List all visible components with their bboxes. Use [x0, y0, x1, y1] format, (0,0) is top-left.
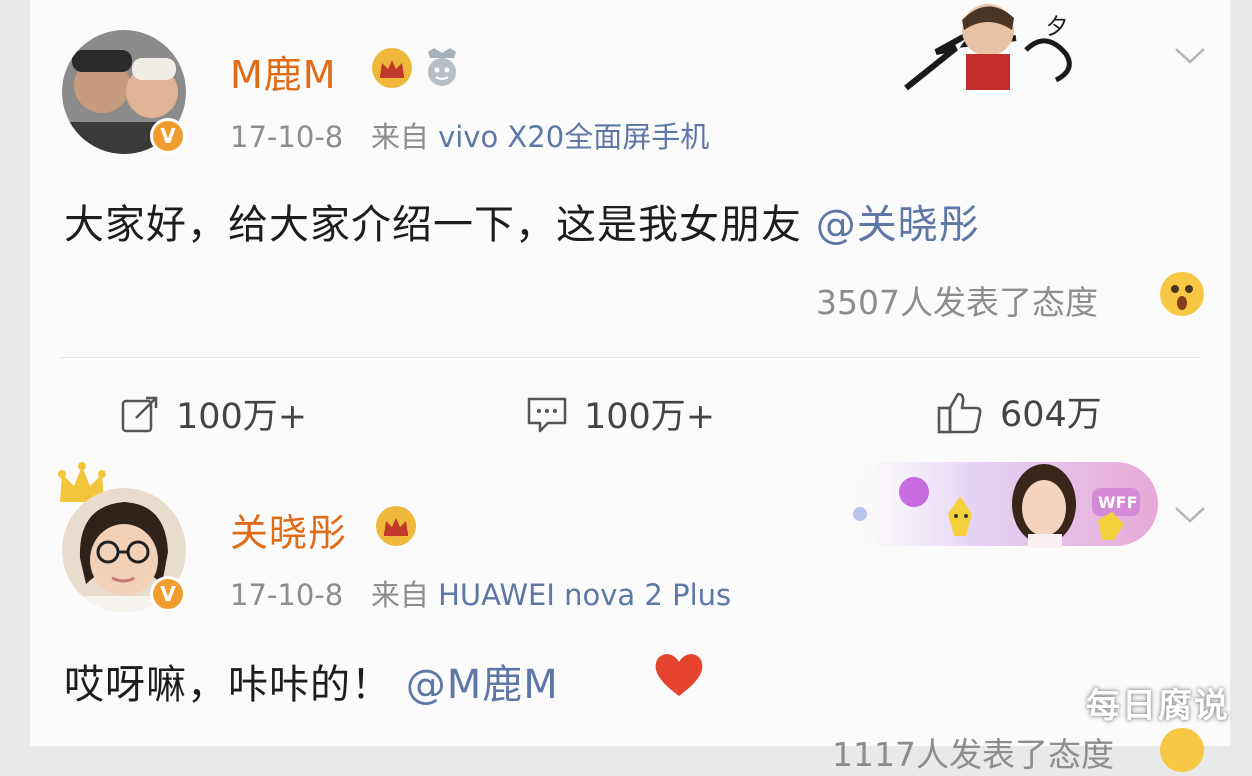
surprised-emoji-icon: [1160, 728, 1204, 772]
mention-link[interactable]: @M鹿M: [406, 662, 559, 708]
post-device[interactable]: vivo X20全面屏手机: [438, 120, 709, 154]
weibo-feed: [30, 0, 1230, 746]
crown-icon: [372, 48, 412, 88]
crown-icon: [376, 506, 416, 546]
post-body: 哎呀嘛，咔咔的！: [64, 662, 392, 708]
vip-badge-icon: [424, 46, 460, 88]
post-source-label: 来自: [370, 120, 429, 154]
post-text: 哎呀嘛，咔咔的！ @M鹿M: [64, 652, 559, 710]
repost-button[interactable]: 100万+: [120, 388, 307, 439]
post-source-label: 来自: [370, 578, 429, 612]
verified-badge: V: [150, 118, 186, 154]
divider: [60, 357, 1200, 358]
card-decoration-image: WFF: [848, 458, 1160, 550]
chevron-down-icon[interactable]: [1174, 505, 1206, 525]
like-count: 604万: [1000, 395, 1102, 435]
repost-icon: [121, 396, 158, 432]
svg-text:WFF: WFF: [1098, 493, 1138, 512]
like-button[interactable]: 604万: [936, 386, 1102, 437]
svg-text:夕: 夕: [1046, 15, 1068, 40]
card-decoration-image: 夕: [896, 0, 1086, 94]
surprised-emoji-icon: [1160, 272, 1204, 316]
mention-link[interactable]: @关晓彤: [816, 202, 980, 248]
comment-button[interactable]: 100万+: [526, 388, 715, 439]
post-date: 17-10-8: [230, 578, 344, 612]
attitude-count-partial[interactable]: 1117人发表了态度: [832, 728, 1114, 776]
verified-badge: V: [150, 576, 186, 612]
comment-count: 100万+: [584, 397, 716, 437]
post-meta: 17-10-8 来自 vivo X20全面屏手机: [230, 114, 709, 156]
post-meta: 17-10-8 来自 HUAWEI nova 2 Plus: [230, 572, 731, 614]
watermark-text: 每日腐说: [1086, 686, 1230, 726]
like-icon: [937, 392, 982, 433]
username[interactable]: 关晓彤: [230, 502, 347, 557]
username[interactable]: M鹿M: [230, 44, 337, 99]
heart-emoji-icon: [652, 650, 706, 698]
chevron-down-icon[interactable]: [1174, 46, 1206, 66]
repost-count: 100万+: [176, 397, 308, 437]
attitude-count[interactable]: 3507人发表了态度: [816, 276, 1098, 324]
post-body: 大家好，给大家介绍一下，这是我女朋友: [64, 202, 802, 248]
post-text: 大家好，给大家介绍一下，这是我女朋友 @关晓彤: [64, 192, 980, 250]
post-date: 17-10-8: [230, 120, 344, 154]
post-device[interactable]: HUAWEI nova 2 Plus: [438, 578, 731, 612]
comment-icon: [527, 397, 567, 432]
